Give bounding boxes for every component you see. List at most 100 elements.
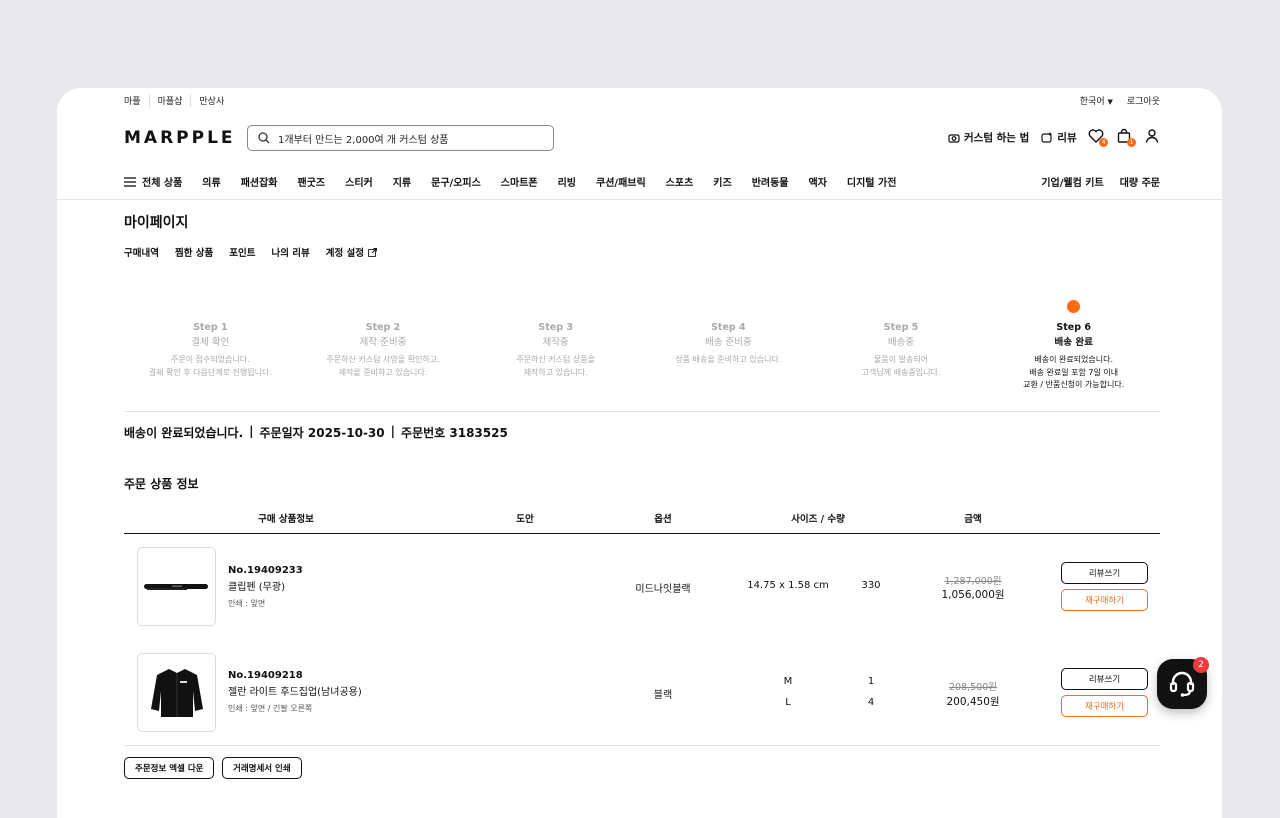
category-nav: 전체 상품 의류 패션잡화 팬굿즈 스티커 지류 문구/오피스 스마트폰 리빙 … [124,174,896,189]
product-size: M [783,676,793,687]
write-review-button[interactable]: 리뷰쓰기 [1061,562,1148,584]
nav-item-pets[interactable]: 반려동물 [752,174,789,189]
nav-item-frame[interactable]: 액자 [809,174,827,189]
original-price: 1,287,000원 [944,576,1002,587]
search-input[interactable]: 1개부터 만드는 2,000여 개 커스텀 상품 [247,125,554,151]
tab-wishlist[interactable]: 찜한 상품 [175,245,213,259]
step-4: Step 4 배송 준비중 상품 배송을 준비하고 있습니다. [642,300,815,392]
hamburger-icon [124,176,136,187]
tab-account-settings[interactable]: 계정 설정 [326,245,377,259]
step-dot [895,300,908,313]
order-status: 배송이 완료되었습니다. [124,426,244,440]
header-links: 커스텀 하는 법 리뷰 [948,130,1077,145]
order-number: 주문번호 3183525 [401,426,508,440]
product-thumbnail[interactable] [137,547,216,626]
step-desc: 배송이 완료되었습니다. 배송 완료일 포함 7일 이내 교환 / 반품신청이 가능… [1023,355,1125,389]
headset-icon [1169,671,1195,697]
review-link[interactable]: 리뷰 [1041,130,1077,145]
reorder-button[interactable]: 재구매하기 [1061,589,1148,611]
site-switcher: 마플 마플샵 만상사 [124,94,232,107]
nav-bulk-order[interactable]: 대량 주문 [1120,174,1160,189]
col-header-design: 도안 [516,514,534,525]
product-name[interactable]: 젤란 라이트 후드집업(남녀공용) [228,684,362,702]
col-header-product: 구매 상품정보 [258,514,314,525]
topbar-right: 한국어 ▼ 로그아웃 [1080,94,1160,107]
tab-purchases[interactable]: 구매내역 [124,245,159,259]
product-qty: 1 [867,676,875,687]
step-name: 배송 완료 [1054,337,1093,348]
product-option: 미드나잇블랙 [635,584,691,595]
reorder-button[interactable]: 재구매하기 [1061,695,1148,717]
nav-item-fashion-goods[interactable]: 패션잡화 [241,174,278,189]
nav-item-digital[interactable]: 디지털 가전 [847,174,896,189]
step-dot [204,300,217,313]
step-desc: 주문하신 커스텀 상품을 제작하고 있습니다. [516,355,596,377]
step-name: 배송중 [887,337,915,348]
search-icon [258,132,270,144]
site-link-marpple[interactable]: 마플 [124,94,149,107]
write-review-button[interactable]: 리뷰쓰기 [1061,668,1148,690]
nav-item-sports[interactable]: 스포츠 [666,174,694,189]
product-name[interactable]: 클립펜 (무광) [228,579,303,597]
site-link-marpple-shop[interactable]: 마플샵 [148,94,191,107]
step-dot [377,300,390,313]
step-number: Step 5 [883,322,919,333]
site-link-mansangsa[interactable]: 만상사 [190,94,232,107]
review-icon [1041,132,1052,143]
nav-item-living[interactable]: 리빙 [558,174,576,189]
tab-account-settings-label: 계정 설정 [325,248,365,259]
nav-item-cushion[interactable]: 쿠션/패브릭 [596,174,646,189]
nav-welcome-kit[interactable]: 기업/웰컴 키트 [1041,174,1103,189]
nav-item-kids[interactable]: 키즈 [713,174,731,189]
tab-points[interactable]: 포인트 [229,245,255,259]
logo[interactable]: MARPPLE [124,128,236,148]
print-receipt-button[interactable]: 거래명세서 인쇄 [222,757,302,779]
step-number: Step 6 [1056,322,1091,333]
nav-item-stationery[interactable]: 문구/오피스 [431,174,481,189]
nav-item-apparel[interactable]: 의류 [202,174,220,189]
header-icons: 4 1 [1088,128,1160,147]
cart-bag-icon[interactable]: 1 [1116,128,1136,147]
how-to-custom-link[interactable]: 커스텀 하는 법 [948,130,1029,145]
nav-item-fan-goods[interactable]: 팬굿즈 [298,174,326,189]
step-number: Step 4 [711,322,746,333]
separator: | [249,424,254,438]
table-bottom-divider [124,745,1160,746]
product-qty: 330 [861,580,881,591]
order-progress-steps: Step 1 결제 확인 주문이 접수되었습니다. 결제 확인 후 다음단계로 진… [124,300,1160,392]
wishlist-heart-icon[interactable]: 4 [1088,128,1108,147]
logout-link[interactable]: 로그아웃 [1127,94,1160,107]
all-products-menu[interactable]: 전체 상품 [124,174,182,189]
col-header-size-qty: 사이즈 / 수량 [791,514,845,525]
caret-down-icon: ▼ [1107,98,1113,106]
step-name: 제작중 [542,337,569,348]
nav-item-paper[interactable]: 지류 [393,174,411,189]
col-header-option: 옵션 [654,514,672,525]
nav-item-sticker[interactable]: 스티커 [345,174,373,189]
mypage-tabs: 구매내역 찜한 상품 포인트 나의 리뷰 계정 설정 [124,245,377,259]
all-products-label: 전체 상품 [142,178,183,189]
product-info: No.19409233 클립펜 (무광) 인쇄 : 앞면 [228,563,303,611]
page-title: 마이페이지 [124,215,189,231]
nav-item-smartphone[interactable]: 스마트폰 [501,174,538,189]
tab-my-reviews[interactable]: 나의 리뷰 [271,245,309,259]
search-placeholder: 1개부터 만드는 2,000여 개 커스텀 상품 [278,134,449,146]
support-notification-badge: 2 [1193,657,1209,673]
product-print-info: 인쇄 : 앞면 [228,599,266,608]
sale-price: 200,450원 [946,696,1000,708]
product-print-info: 인쇄 : 앞면 / 긴팔 오른쪽 [228,704,313,713]
product-size: 14.75 x 1.58 cm [747,580,829,591]
wishlist-count-badge: 4 [1099,138,1108,147]
clip-pen-image [143,583,208,590]
excel-download-button[interactable]: 주문정보 엑셀 다운 [124,757,215,779]
user-icon[interactable] [1144,128,1160,144]
language-select[interactable]: 한국어 ▼ [1080,94,1113,107]
section-title: 주문 상품 정보 [124,477,199,491]
table-header-divider [124,533,1160,534]
separator: | [390,424,396,438]
review-label: 리뷰 [1057,132,1077,144]
product-thumbnail[interactable] [137,653,216,732]
external-link-icon [368,247,377,257]
nav-right: 기업/웰컴 키트 대량 주문 [1041,174,1160,189]
product-qty: 4 [867,697,875,708]
